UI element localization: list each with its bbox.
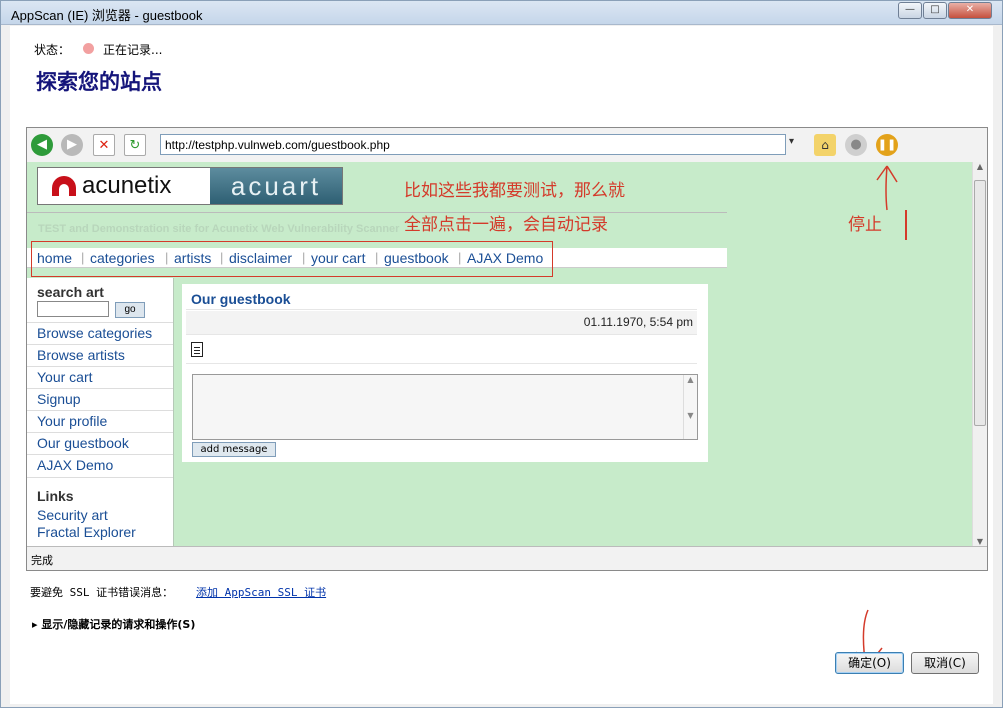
entry-date: 01.11.1970, 5:54 pm (186, 311, 697, 335)
minimize-button[interactable]: — (898, 2, 922, 19)
scrollbar-thumb[interactable] (974, 180, 986, 426)
logo-right-text: acuart (210, 168, 342, 204)
close-button[interactable]: ✕ (948, 2, 992, 19)
guestbook-title: Our guestbook (186, 288, 697, 310)
maximize-button[interactable]: □ (923, 2, 947, 19)
search-input[interactable] (37, 301, 109, 317)
ssl-cert-link[interactable]: 添加 AppScan SSL 证书 (196, 584, 326, 600)
annotation-mark (905, 210, 907, 240)
expand-arrow-icon: ▸ (32, 618, 42, 631)
guestbook-panel: Our guestbook 01.11.1970, 5:54 pm ▲ ▼ add… (182, 284, 708, 462)
sidebar-link-your-profile[interactable]: Your profile (27, 410, 173, 432)
logo-left-text: acunetix (82, 172, 172, 199)
record-icon[interactable]: ● (845, 134, 867, 156)
annotation-arrow-icon (876, 165, 898, 211)
recording-indicator-icon (83, 43, 94, 54)
refresh-icon[interactable]: ↻ (124, 134, 146, 156)
cancel-button[interactable]: 取消(C) (911, 652, 979, 674)
title-bar[interactable]: AppScan (IE) 浏览器 - guestbook — □ ✕ (1, 1, 1002, 25)
search-title: search art (37, 284, 104, 300)
browser-status-bar: 完成 (27, 546, 987, 570)
url-input[interactable]: http://testphp.vulnweb.com/guestbook.php (160, 134, 786, 155)
url-dropdown-icon[interactable]: ▾ (789, 136, 794, 147)
pause-icon[interactable]: ❚❚ (876, 134, 898, 156)
toggle-label: 显示/隐藏记录的请求和操作(S) (41, 618, 196, 631)
sidebar-link-ajax-demo[interactable]: AJAX Demo (27, 454, 173, 476)
link-security-art[interactable]: Security art (37, 507, 108, 523)
acunetix-logo-icon (52, 176, 76, 196)
web-page-viewport: acunetix acuart TEST and Demonstration s… (27, 162, 972, 546)
message-textarea[interactable]: ▲ ▼ (192, 374, 698, 440)
tagline-text: TEST and Demonstration site for Acunetix… (38, 223, 400, 235)
annotation-highlight-box (31, 241, 553, 277)
guestbook-entry (186, 336, 697, 364)
links-title: Links (37, 488, 74, 504)
browser-scrollbar[interactable]: ▲ ▼ (972, 162, 987, 546)
annotation-stop: 停止 (848, 215, 882, 235)
sidebar-link-our-guestbook[interactable]: Our guestbook (27, 432, 173, 454)
site-logo[interactable]: acunetix acuart (37, 167, 343, 205)
status-value: 正在记录... (103, 43, 163, 57)
annotation-line-1: 比如这些我都要测试，那么就 (404, 181, 625, 201)
add-message-button[interactable]: add message (192, 442, 276, 457)
ssl-label: 要避免 SSL 证书错误消息： (30, 586, 174, 599)
sidebar-divider (27, 477, 173, 478)
back-icon[interactable]: ◀ (31, 134, 53, 156)
annotation-line-2: 全部点击一遍，会自动记录 (404, 215, 608, 235)
sidebar-link-your-cart[interactable]: Your cart (27, 366, 173, 388)
embedded-browser: ◀ ▶ ✕ ↻ http://testphp.vulnweb.com/guest… (26, 127, 988, 571)
dialog-client: 状态： 正在记录... 探索您的站点 ◀ ▶ ✕ ↻ http://testph… (10, 26, 993, 704)
browser-toolbar: ◀ ▶ ✕ ↻ http://testphp.vulnweb.com/guest… (27, 128, 987, 162)
sidebar-link-browse-artists[interactable]: Browse artists (27, 344, 173, 366)
stop-icon[interactable]: ✕ (93, 134, 115, 156)
search-go-button[interactable]: go (115, 302, 145, 318)
textarea-scrollbar[interactable]: ▲ ▼ (683, 375, 697, 439)
sidebar-border (173, 278, 174, 546)
window-title: AppScan (IE) 浏览器 - guestbook (11, 8, 203, 23)
status-label: 状态： (34, 43, 71, 57)
forward-icon[interactable]: ▶ (61, 134, 83, 156)
document-icon (191, 342, 203, 357)
page-heading: 探索您的站点 (36, 69, 162, 94)
sidebar-link-browse-categories[interactable]: Browse categories (27, 322, 173, 344)
site-sidebar: search art go Browse categories Browse a… (27, 278, 173, 546)
link-fractal-explorer[interactable]: Fractal Explorer (37, 524, 136, 540)
home-icon[interactable]: ⌂ (814, 134, 836, 156)
toggle-requests[interactable]: ▸ 显示/隐藏记录的请求和操作(S) (32, 616, 195, 632)
ok-button[interactable]: 确定(O) (835, 652, 904, 674)
sidebar-link-signup[interactable]: Signup (27, 388, 173, 410)
appscan-browser-window: AppScan (IE) 浏览器 - guestbook — □ ✕ 状态： 正… (0, 0, 1003, 708)
